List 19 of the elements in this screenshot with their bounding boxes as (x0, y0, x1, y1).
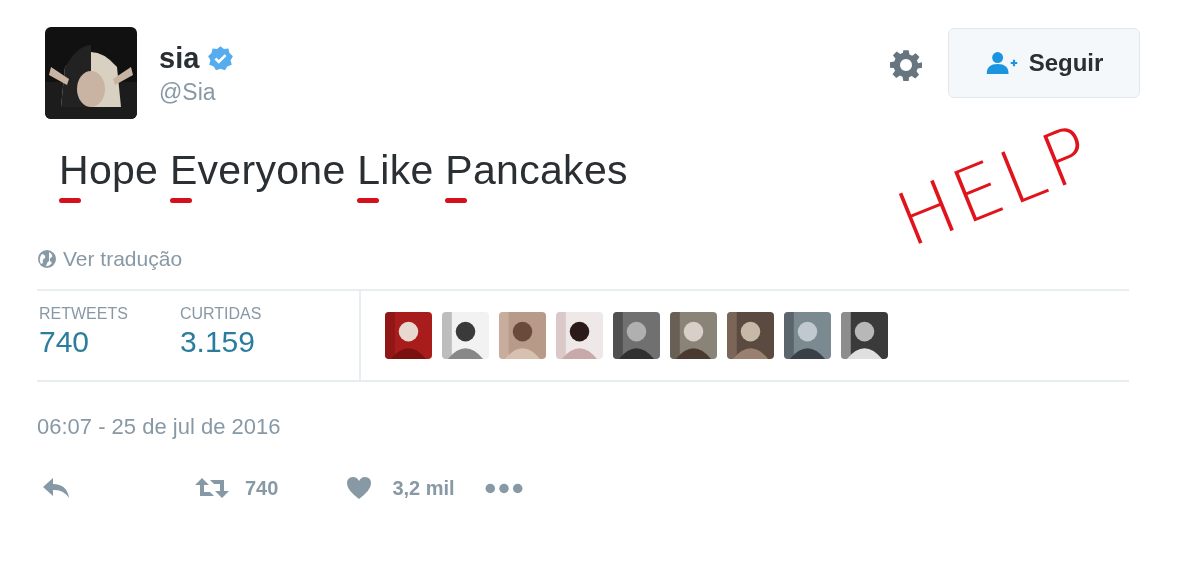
user-handle[interactable]: @Sia (159, 79, 235, 106)
more-icon[interactable] (484, 482, 523, 494)
tweet-timestamp: 06:07 - 25 de jul de 2016 (37, 414, 282, 440)
tweet-text: Hope Everyone Like Pancakes (59, 147, 628, 203)
handwritten-annotation: HELP (884, 106, 1107, 263)
retweet-count: 740 (245, 476, 279, 500)
user-name[interactable]: sia (159, 41, 200, 75)
translate-link[interactable]: Ver tradução (63, 247, 183, 271)
retweet-icon[interactable] (193, 476, 231, 500)
stat-count[interactable]: 3.159 (179, 325, 262, 359)
globe-icon (37, 249, 57, 269)
settings-icon[interactable] (890, 49, 922, 81)
like-count: 3,2 mil (392, 476, 455, 500)
stat-label: CURTIDAS (179, 305, 262, 323)
stat-count[interactable]: 740 (39, 325, 128, 359)
follow-button[interactable]: Seguir (948, 28, 1140, 98)
add-person-icon (984, 51, 1019, 75)
stat-label: RETWEETS (39, 305, 128, 323)
reply-icon[interactable] (41, 476, 71, 500)
